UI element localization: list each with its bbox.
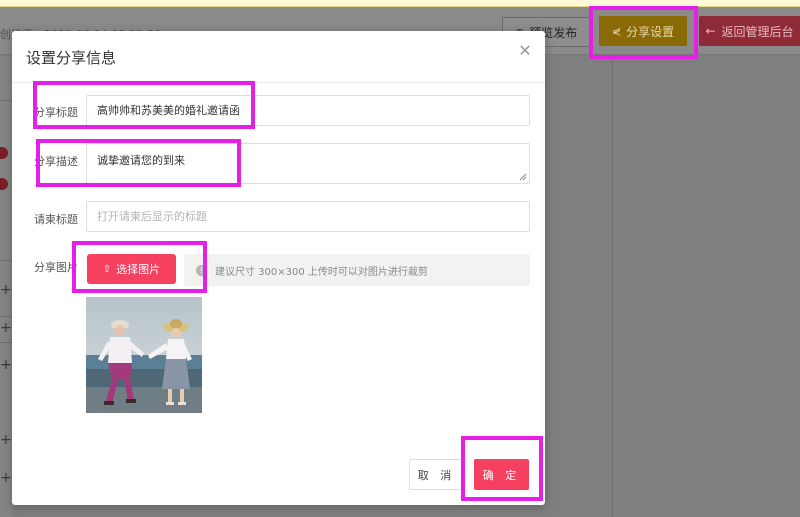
upload-hint: ! 建议尺寸 300×300 上传时可以对图片进行裁剪 [184, 254, 530, 286]
choose-image-label: 选择图片 [116, 263, 161, 276]
info-icon: ! [196, 264, 207, 276]
share-description-textarea[interactable]: 诚挚邀请您的到来 [86, 143, 530, 184]
right-panel-divider [612, 56, 613, 517]
upload-icon: ⇧ [102, 263, 112, 275]
share-settings-label: 分享设置 [626, 24, 675, 39]
share-image-label: 分享图片 [34, 261, 78, 274]
share-settings-button[interactable]: ⋞ 分享设置 [599, 16, 687, 46]
confirm-button[interactable]: 确 定 [474, 459, 529, 490]
back-to-admin-label: 返回管理后台 [721, 24, 794, 39]
plus-icon[interactable]: + [0, 358, 12, 372]
dialog-divider [12, 82, 545, 83]
top-notice-strip [0, 0, 800, 7]
plus-icon[interactable]: + [0, 471, 12, 485]
share-title-label: 分享标题 [34, 106, 78, 119]
divider [0, 100, 12, 101]
share-settings-dialog: 设置分享信息 ✕ 分享标题 高帅帅和苏美美的婚礼邀请函 分享描述 诚挚邀请您的到… [12, 31, 545, 505]
share-description-value: 诚挚邀请您的到来 [97, 154, 185, 167]
upload-hint-text: 建议尺寸 300×300 上传时可以对图片进行裁剪 [215, 266, 428, 278]
resize-grip-icon[interactable] [519, 173, 527, 181]
share-title-input[interactable]: 高帅帅和苏美美的婚礼邀请函 [86, 95, 530, 126]
dialog-title: 设置分享信息 [26, 49, 117, 67]
plus-icon[interactable]: + [0, 321, 12, 335]
plus-icon[interactable]: + [0, 433, 12, 447]
back-to-admin-button[interactable]: ← 返回管理后台 [699, 16, 800, 46]
divider [0, 316, 12, 317]
arrow-left-icon: ← [705, 24, 716, 38]
share-image-preview [86, 297, 202, 413]
invite-title-label: 请柬标题 [34, 213, 78, 226]
share-icon: ⋞ [611, 24, 622, 38]
divider [0, 342, 12, 343]
divider [0, 260, 12, 261]
plus-icon[interactable]: + [0, 283, 12, 297]
cancel-button[interactable]: 取 消 [409, 459, 464, 490]
share-description-label: 分享描述 [34, 155, 78, 168]
close-icon[interactable]: ✕ [517, 43, 533, 59]
choose-image-button[interactable]: ⇧ 选择图片 [87, 254, 176, 284]
invite-title-input[interactable]: 打开请柬后显示的标题 [86, 201, 530, 232]
